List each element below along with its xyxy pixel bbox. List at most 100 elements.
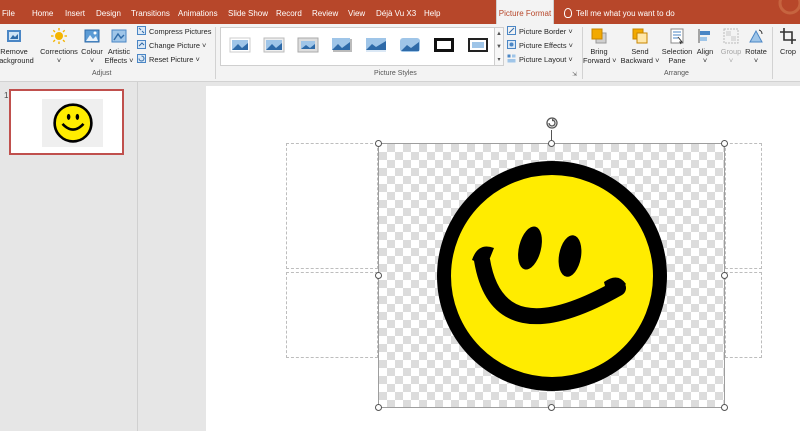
remove-background-button[interactable]: Remove Background — [0, 27, 34, 65]
selection-pane-icon — [670, 28, 684, 45]
remove-background-icon — [7, 30, 21, 42]
artistic-label-2: Effects — [104, 56, 128, 65]
picture-layout-icon — [507, 54, 516, 63]
style-double-frame-icon[interactable] — [467, 37, 489, 53]
send-backward-button[interactable]: Send Backward ˅ — [620, 27, 660, 65]
align-button[interactable]: Align ˅ — [693, 27, 717, 65]
slide-thumbnail-pane: 1 — [0, 82, 138, 431]
picture-effects-label: Picture Effects — [519, 41, 567, 50]
align-dropdown-icon: ˅ — [702, 56, 708, 65]
corrections-label: Corrections — [40, 47, 78, 56]
resize-handle-bottom[interactable] — [548, 404, 555, 411]
tab-transitions[interactable]: Transitions — [131, 0, 170, 24]
bring-forward-button[interactable]: Bring Forward ˅ — [583, 27, 617, 65]
remove-background-label-1: Remove — [0, 47, 28, 56]
colour-picture-icon — [84, 29, 100, 43]
tab-file[interactable]: File — [2, 0, 15, 24]
picture-border-button[interactable]: Picture Border ˅ — [507, 26, 573, 38]
ribbon-picture-format: Remove Background Corrections˅ Colour˅ A… — [0, 24, 800, 82]
slide-thumbnail[interactable] — [9, 89, 124, 155]
picture-border-dropdown-icon: ˅ — [568, 27, 573, 36]
tab-slideshow[interactable]: Slide Show — [228, 0, 268, 24]
placeholder-box[interactable] — [286, 272, 378, 358]
lightbulb-icon — [564, 8, 572, 18]
reset-picture-button[interactable]: Reset Picture ˅ — [137, 54, 200, 66]
tell-me-search[interactable]: Tell me what you want to do — [564, 0, 675, 24]
group-button[interactable]: Group ˅ — [718, 27, 744, 65]
tab-view[interactable]: View — [348, 0, 365, 24]
tab-review[interactable]: Review — [312, 0, 338, 24]
thumbnail-picture — [42, 99, 103, 147]
rotate-dropdown-icon: ˅ — [753, 56, 759, 65]
selection-pane-label-1: Selection — [661, 47, 693, 56]
gallery-down-icon[interactable]: ▼ — [495, 41, 503, 54]
align-icon — [698, 29, 710, 43]
tab-design[interactable]: Design — [96, 0, 121, 24]
style-thick-matte-icon[interactable] — [297, 37, 319, 53]
bring-forward-label-1: Bring — [590, 47, 608, 56]
picture-styles-launcher-icon[interactable]: ⇲ — [572, 71, 577, 78]
account-decoration-icon — [778, 0, 800, 15]
resize-handle-right[interactable] — [721, 272, 728, 279]
tab-record[interactable]: Record — [276, 0, 302, 24]
smiley-face-icon[interactable] — [436, 160, 668, 392]
placeholder-box[interactable] — [286, 143, 378, 269]
resize-handle-top-right[interactable] — [721, 140, 728, 147]
compress-icon — [137, 26, 146, 35]
resize-handle-top[interactable] — [548, 140, 555, 147]
style-reflected-icon[interactable] — [365, 37, 387, 53]
placeholder-box[interactable] — [725, 143, 762, 269]
picture-layout-label: Picture Layout — [519, 55, 567, 64]
picture-effects-button[interactable]: Picture Effects ˅ — [507, 40, 573, 52]
adjust-group-label: Adjust — [92, 70, 112, 77]
change-picture-icon — [137, 40, 146, 49]
artistic-label-1: Artistic — [107, 47, 131, 56]
picture-styles-group-label: Picture Styles — [374, 70, 417, 77]
reset-picture-icon — [137, 54, 146, 63]
selection-pane-button[interactable]: Selection Pane — [659, 27, 695, 65]
send-backward-label-1: Send — [631, 47, 649, 56]
style-shadow-rectangle-icon[interactable] — [331, 37, 353, 53]
tab-help[interactable]: Help — [424, 0, 440, 24]
compress-label: Compress Pictures — [149, 27, 212, 36]
picture-border-label: Picture Border — [519, 27, 567, 36]
compress-pictures-button[interactable]: Compress Pictures — [137, 26, 211, 38]
picture-effects-icon — [507, 40, 516, 49]
remove-background-label-2: Background — [0, 56, 34, 65]
picture-layout-button[interactable]: Picture Layout ˅ — [507, 54, 573, 66]
style-rounded-icon[interactable] — [399, 37, 421, 53]
placeholder-box[interactable] — [725, 272, 762, 358]
change-picture-button[interactable]: Change Picture ˅ — [137, 40, 206, 52]
rotate-button[interactable]: Rotate ˅ — [742, 27, 770, 65]
artistic-effects-button[interactable]: Artistic Effects ˅ — [104, 27, 134, 65]
tab-animations[interactable]: Animations — [178, 0, 218, 24]
gallery-more-icon[interactable]: ▾ — [495, 54, 503, 67]
resize-handle-left[interactable] — [375, 272, 382, 279]
resize-handle-bottom-right[interactable] — [721, 404, 728, 411]
tab-picture-format[interactable]: Picture Format — [496, 0, 554, 24]
style-black-frame-icon[interactable] — [433, 37, 455, 53]
tab-home[interactable]: Home — [32, 0, 53, 24]
gallery-up-icon[interactable]: ▲ — [495, 28, 503, 41]
tab-dejavu[interactable]: Déjà Vu X3 — [376, 0, 416, 24]
selection-pane-label-2: Pane — [668, 56, 686, 65]
resize-handle-top-left[interactable] — [375, 140, 382, 147]
reset-picture-label: Reset Picture — [149, 55, 194, 64]
crop-button[interactable]: Crop — [777, 27, 799, 56]
picture-border-icon — [507, 26, 516, 35]
colour-dropdown-icon: ˅ — [89, 56, 95, 65]
style-simple-frame-icon[interactable] — [229, 37, 251, 53]
crop-label: Crop — [779, 47, 797, 56]
crop-icon — [780, 28, 796, 44]
resize-handle-bottom-left[interactable] — [375, 404, 382, 411]
picture-styles-gallery — [220, 27, 495, 66]
bring-forward-label-2: Forward — [583, 56, 611, 65]
rotate-handle-icon[interactable] — [545, 116, 559, 130]
gallery-scroll[interactable]: ▲ ▼ ▾ — [494, 27, 504, 66]
colour-label: Colour — [81, 47, 103, 56]
corrections-button[interactable]: Corrections ˅ — [40, 27, 78, 65]
style-soft-edge-icon[interactable] — [263, 37, 285, 53]
tab-insert[interactable]: Insert — [65, 0, 85, 24]
corrections-dropdown-icon: ˅ — [56, 56, 62, 65]
colour-button[interactable]: Colour ˅ — [78, 27, 106, 65]
